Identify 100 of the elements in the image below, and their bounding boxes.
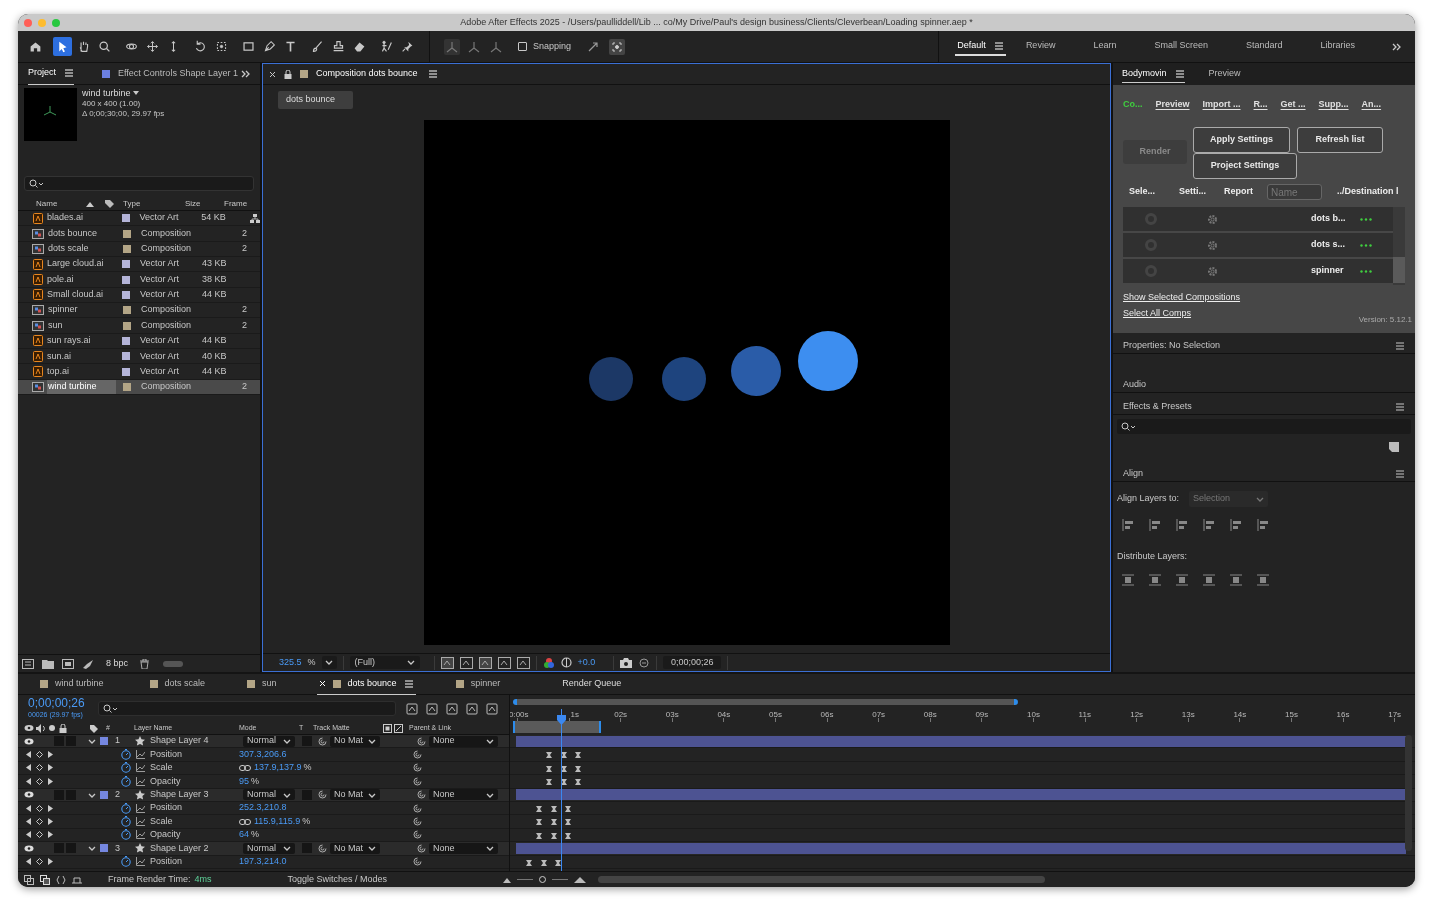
exposure-value[interactable]: +0.0 xyxy=(577,655,596,670)
mode-dropdown[interactable]: Normal xyxy=(243,735,295,747)
nav-link[interactable]: Co... xyxy=(1123,98,1143,112)
workspace-tab[interactable]: Small Screen xyxy=(1152,37,1210,56)
field-label: Align Layers to: xyxy=(1117,492,1180,506)
property-value[interactable]: 95 xyxy=(239,774,249,789)
toggle-switches-modes-button[interactable]: Toggle Switches / Modes xyxy=(287,872,388,887)
track-matte-dropdown[interactable]: No Mat xyxy=(330,789,380,801)
workspace-tab[interactable]: Libraries xyxy=(1318,37,1357,56)
panel-tab[interactable]: Bodymovin xyxy=(1122,65,1185,83)
value-unit: % xyxy=(303,761,312,775)
file-size: 38 KB xyxy=(202,272,228,286)
project-row[interactable]: sun.ai Vector Art 40 KB xyxy=(18,349,260,365)
property-name: Opacity xyxy=(150,774,182,788)
value-unit: % xyxy=(302,814,311,828)
layer-row[interactable]: 3 Shape Layer 2 Normal No Mat None xyxy=(18,842,509,856)
nav-link[interactable]: R... xyxy=(1253,98,1268,112)
layer-name[interactable]: Shape Layer 4 xyxy=(150,734,238,748)
project-row[interactable]: top.ai Vector Art 44 KB xyxy=(18,364,260,380)
timecode-field[interactable]: 0;00;00;26 xyxy=(663,656,722,669)
zoom-value[interactable]: 325.5 xyxy=(279,655,302,670)
track-matte-dropdown[interactable]: No Mat xyxy=(330,842,380,854)
mode-dropdown[interactable]: Normal xyxy=(243,789,295,801)
parent-dropdown[interactable]: None xyxy=(429,842,498,854)
file-type: Vector Art xyxy=(139,211,180,225)
link[interactable]: Show Selected Compositions xyxy=(1123,291,1241,305)
project-row[interactable]: dots bounce Composition 2 xyxy=(18,226,260,242)
panel-tab[interactable]: Project xyxy=(28,62,74,85)
nav-link[interactable]: Preview xyxy=(1155,98,1190,112)
project-row[interactable]: sun rays.ai Vector Art 44 KB xyxy=(18,333,260,350)
property-value[interactable]: 64 xyxy=(239,828,249,842)
current-time[interactable]: 0;00;00;26 xyxy=(28,696,90,710)
mode-dropdown[interactable]: Normal xyxy=(243,842,295,854)
breadcrumb-button[interactable]: dots bounce xyxy=(278,91,353,109)
property-name: Position xyxy=(150,801,184,815)
layer-name[interactable]: Shape Layer 3 xyxy=(150,788,238,802)
project-row[interactable]: Large cloud.ai Vector Art 43 KB xyxy=(18,257,260,273)
snapping-checkbox[interactable]: Snapping xyxy=(518,39,572,54)
column-header: Size xyxy=(185,198,202,210)
file-name: pole.ai xyxy=(46,272,75,286)
time-ruler-label: 14s xyxy=(1233,709,1247,721)
project-row[interactable]: dots scale Composition 2 xyxy=(18,241,260,258)
project-settings-button[interactable]: Project Settings xyxy=(1193,153,1297,179)
timeline-tab[interactable]: spinner xyxy=(453,673,503,695)
track-matte-dropdown[interactable]: No Mat xyxy=(330,735,380,747)
parent-dropdown[interactable]: None xyxy=(429,735,498,747)
panel-tab[interactable]: Preview xyxy=(1208,65,1241,83)
property-name: Position xyxy=(150,854,184,868)
layer-row[interactable]: 1 Shape Layer 4 Normal No Mat None xyxy=(18,735,509,749)
layer-name[interactable]: Shape Layer 2 xyxy=(150,841,238,856)
nav-link[interactable]: An... xyxy=(1361,98,1382,112)
nav-link[interactable]: Supp... xyxy=(1318,98,1349,112)
resolution-dropdown[interactable]: (Full) xyxy=(349,656,420,669)
project-row[interactable]: spinner Composition 2 xyxy=(18,303,260,319)
time-ruler-label: 07s xyxy=(872,709,886,721)
apply-settings-button[interactable]: Apply Settings xyxy=(1193,127,1290,153)
column-header: Frame xyxy=(224,198,248,210)
layer-number: 2 xyxy=(115,788,121,801)
nav-link[interactable]: Import ... xyxy=(1202,98,1241,112)
layer-number: 1 xyxy=(115,734,121,748)
timeline-tab[interactable]: dots bounce xyxy=(316,673,416,695)
property-value[interactable]: 115.9,115.9 xyxy=(254,814,301,829)
workspace-tab[interactable]: Learn xyxy=(1091,37,1119,56)
composition-duration: Δ 0;00;30;00, 29.97 fps xyxy=(82,109,165,120)
column-header: Sele... xyxy=(1128,185,1156,199)
render-queue-tab[interactable]: Render Queue xyxy=(562,677,622,691)
timeline-tab[interactable]: dots scale xyxy=(147,673,208,695)
refresh-list-button[interactable]: Refresh list xyxy=(1297,127,1383,153)
property-value[interactable]: 252.3,210.8 xyxy=(239,801,287,815)
workspace-tab[interactable]: Default xyxy=(955,37,1006,56)
link[interactable]: Select All Comps xyxy=(1123,306,1192,320)
property-name: Scale xyxy=(150,761,174,775)
panel-tab[interactable]: Effect Controls Shape Layer 1 xyxy=(102,62,238,85)
composition-name: spinner xyxy=(1311,264,1345,278)
file-size: 44 KB xyxy=(202,364,228,378)
timeline-tab[interactable]: sun xyxy=(245,673,279,695)
project-row[interactable]: pole.ai Vector Art 38 KB xyxy=(18,272,260,288)
workspace-tab[interactable]: Standard xyxy=(1243,37,1285,56)
composition-tab[interactable]: Composition dots bounce xyxy=(316,67,438,81)
property-name: Position xyxy=(150,747,184,761)
time-ruler-label: 06s xyxy=(820,709,834,721)
workspace-tab[interactable]: Review xyxy=(1023,37,1058,56)
file-name: Small cloud.ai xyxy=(46,288,105,302)
file-name: sun.ai xyxy=(46,349,73,363)
project-row[interactable]: Small cloud.ai Vector Art 44 KB xyxy=(18,287,260,304)
composition-name: wind turbine xyxy=(82,88,131,99)
timeline-tab[interactable]: wind turbine xyxy=(38,673,106,695)
time-ruler-label: 04s xyxy=(717,709,731,721)
property-value[interactable]: 137.9,137.9 xyxy=(254,761,302,775)
project-row[interactable]: sun Composition 2 xyxy=(18,318,260,334)
property-value[interactable]: 307.3,206.6 xyxy=(239,747,287,762)
property-value[interactable]: 197.3,214.0 xyxy=(239,854,287,869)
time-ruler-label: 15s xyxy=(1285,709,1298,721)
frame-rate: 2 xyxy=(242,242,247,256)
nav-link[interactable]: Get ... xyxy=(1280,98,1306,112)
project-row[interactable]: blades.ai Vector Art 54 KB xyxy=(18,211,260,227)
parent-dropdown[interactable]: None xyxy=(429,789,498,801)
file-size: 44 KB xyxy=(202,334,228,348)
name-field[interactable]: Name xyxy=(1267,184,1322,200)
bit-depth-button[interactable]: 8 bpc xyxy=(102,656,133,671)
